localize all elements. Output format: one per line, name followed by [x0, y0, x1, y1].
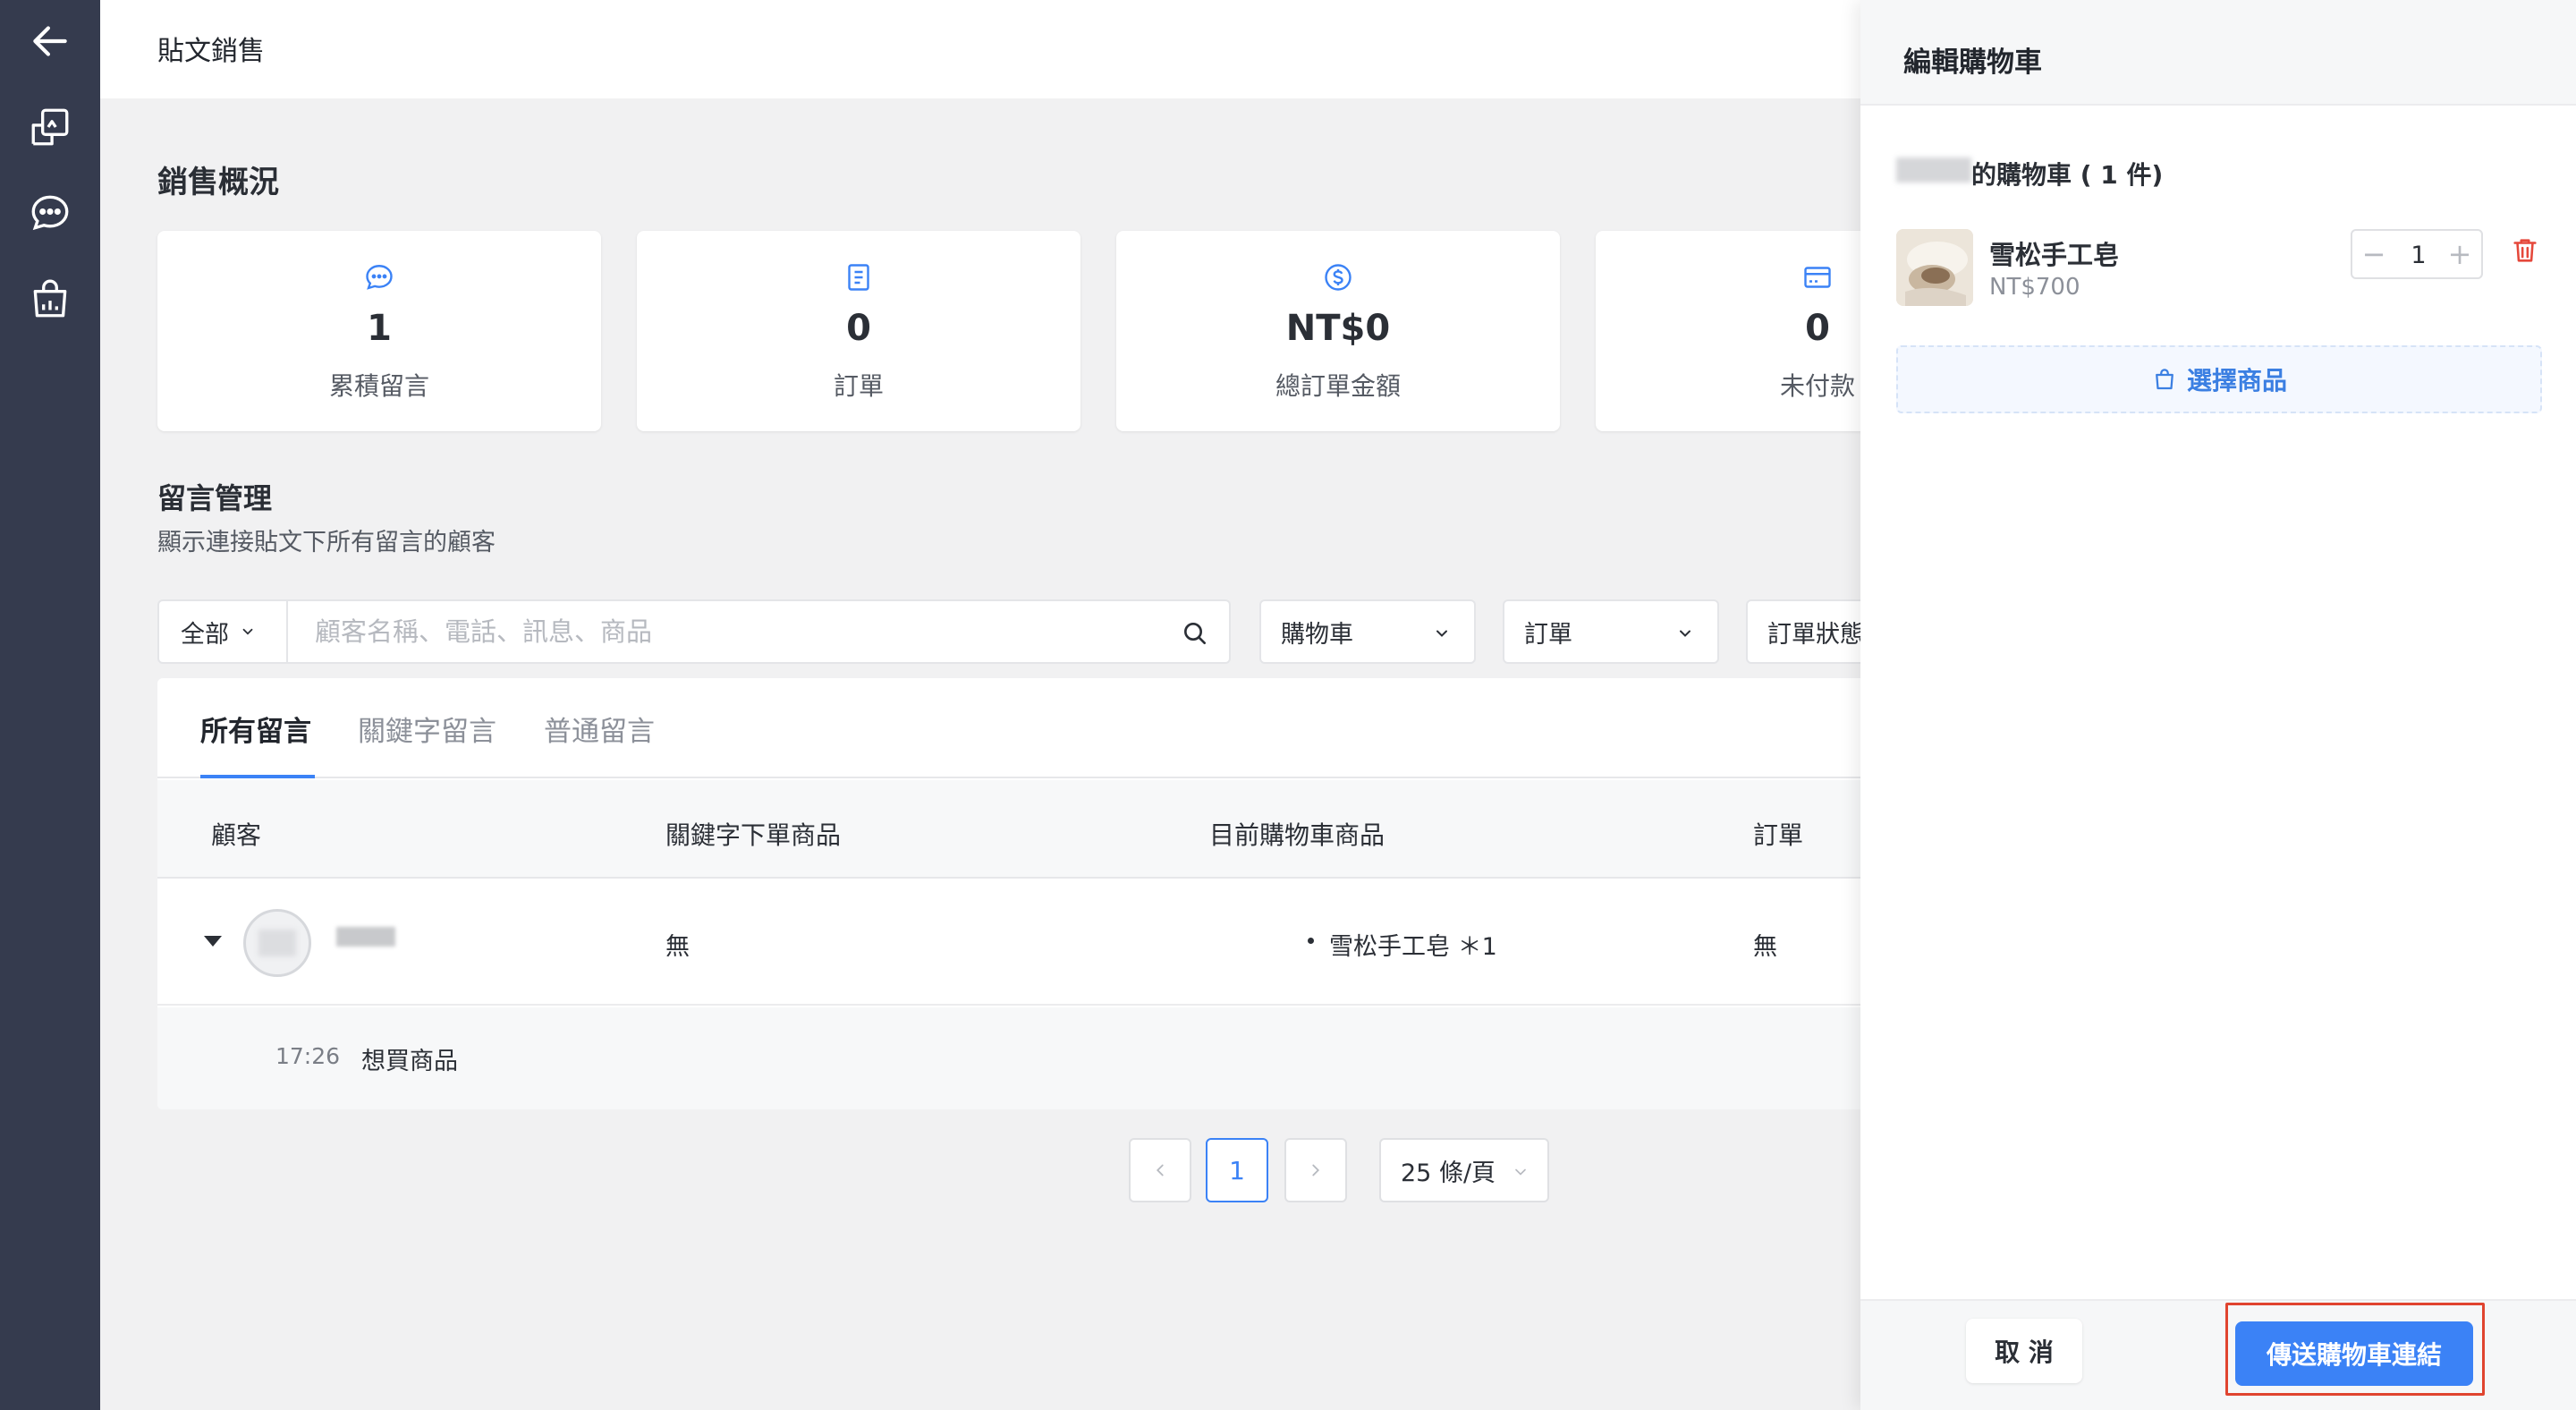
- clipboard-icon: [848, 264, 869, 291]
- tab-keyword-comments[interactable]: 關鍵字留言: [358, 709, 496, 749]
- bullet-dot: [1308, 938, 1314, 944]
- next-page-button[interactable]: [1284, 1138, 1347, 1202]
- send-cart-link-button[interactable]: 傳送購物車連結: [2235, 1321, 2473, 1386]
- chevron-down-icon: [1436, 630, 1447, 637]
- shop-stats-icon[interactable]: [25, 274, 75, 324]
- dropdown-label: 訂單狀態: [1767, 620, 1864, 649]
- chevron-right-icon: [1312, 1164, 1320, 1176]
- chevron-down-icon: [1515, 1168, 1526, 1176]
- drawer-title: 編輯購物車: [1903, 47, 2042, 79]
- chat-bubble-icon: [366, 265, 393, 290]
- credit-card-icon: [1804, 267, 1831, 288]
- plus-icon[interactable]: +: [2442, 236, 2478, 272]
- active-tab-indicator: [200, 775, 315, 778]
- stat-card-total-amount: NT$0 總訂單金額: [1116, 231, 1560, 431]
- post-sales-icon[interactable]: [25, 102, 75, 152]
- comment-detail-row: 17:26 想買商品: [157, 1007, 1982, 1109]
- stat-label: 總訂單金額: [1275, 371, 1401, 401]
- overview-title: 銷售概況: [157, 165, 279, 200]
- stat-value: 0: [846, 308, 871, 349]
- dropdown-label: 購物車: [1281, 620, 1353, 649]
- edit-cart-drawer: 編輯購物車 的購物車 ( 1 件) 雪松手工皂 NT$700 − 1 + 選擇商…: [1860, 0, 2576, 1410]
- comment-text: 想買商品: [361, 1048, 458, 1075]
- column-header-cart-item: 目前購物車商品: [1209, 820, 1385, 850]
- column-header-keyword-item: 關鍵字下單商品: [665, 820, 842, 850]
- chevron-down-icon: [242, 628, 253, 635]
- column-header-order: 訂單: [1753, 820, 1804, 850]
- product-price: NT$700: [1989, 274, 2080, 301]
- stat-card-comments: 1 累積留言: [157, 231, 601, 431]
- cart-title: 的購物車 ( 1 件): [1971, 160, 2164, 190]
- chevron-left-icon: [1156, 1164, 1164, 1176]
- avatar: [243, 909, 311, 977]
- cancel-button[interactable]: 取 消: [1966, 1319, 2082, 1383]
- dollar-coin-icon: [1325, 264, 1352, 291]
- product-thumbnail: [1896, 229, 1973, 306]
- search-icon[interactable]: [1181, 619, 1209, 648]
- quantity-value[interactable]: 1: [2388, 242, 2449, 269]
- filter-all-label: 全部: [181, 620, 229, 649]
- back-arrow-icon[interactable]: [25, 16, 75, 66]
- choose-product-button[interactable]: 選擇商品: [1896, 345, 2542, 413]
- search-box: [288, 599, 1231, 664]
- minus-icon[interactable]: −: [2356, 236, 2392, 272]
- order-filter-dropdown[interactable]: 訂單: [1503, 599, 1719, 664]
- chat-icon[interactable]: [25, 188, 75, 238]
- page-size-select[interactable]: 25 條/頁: [1379, 1138, 1549, 1202]
- page-size-label: 25 條/頁: [1401, 1159, 1496, 1187]
- stat-label: 訂單: [833, 371, 884, 401]
- stat-value: NT$0: [1285, 308, 1391, 349]
- tab-all-comments[interactable]: 所有留言: [200, 709, 311, 749]
- comments-subtitle: 顯示連接貼文下所有留言的顧客: [157, 529, 496, 556]
- shopping-bag-icon: [2156, 369, 2174, 390]
- stat-label: 累積留言: [328, 371, 429, 401]
- keyword-item-cell: 無: [665, 933, 690, 961]
- cart-owner-redacted: [1896, 157, 1971, 183]
- filter-all-select[interactable]: 全部: [157, 599, 288, 664]
- drawer-header: 編輯購物車: [1860, 0, 2576, 106]
- chevron-down-icon: [1680, 630, 1690, 637]
- tab-normal-comments[interactable]: 普通留言: [544, 709, 655, 749]
- dropdown-label: 訂單: [1524, 620, 1572, 649]
- stat-card-orders: 0 訂單: [637, 231, 1080, 431]
- page-title: 貼文銷售: [157, 36, 265, 67]
- table-header: 顧客 關鍵字下單商品 目前購物車商品 訂單: [157, 780, 1982, 879]
- product-name: 雪松手工皂: [1989, 240, 2120, 270]
- prev-page-button[interactable]: [1129, 1138, 1191, 1202]
- comment-time: 17:26: [275, 1043, 341, 1069]
- cart-item-cell: 雪松手工皂 ＊1: [1329, 933, 1497, 961]
- search-input[interactable]: [315, 616, 1120, 647]
- stat-value: 1: [367, 308, 392, 349]
- left-rail: [0, 0, 100, 1410]
- comments-table: 所有留言 關鍵字留言 普通留言 顧客 關鍵字下單商品 目前購物車商品 訂單 無 …: [157, 678, 1982, 1109]
- order-cell: 無: [1753, 933, 1777, 961]
- comment-tabs: 所有留言 關鍵字留言 普通留言: [157, 678, 1982, 778]
- customer-name-redacted: [336, 927, 395, 947]
- table-row[interactable]: 無 雪松手工皂 ＊1 無: [157, 880, 1982, 1006]
- quantity-stepper: − 1 +: [2351, 229, 2483, 279]
- comments-title: 留言管理: [157, 481, 273, 515]
- trash-icon[interactable]: [2510, 234, 2540, 267]
- highlight-box: 傳送購物車連結: [2225, 1303, 2485, 1396]
- expand-caret-icon[interactable]: [204, 936, 222, 947]
- choose-product-label: 選擇商品: [2186, 366, 2287, 395]
- column-header-customer: 顧客: [211, 820, 262, 850]
- cart-filter-dropdown[interactable]: 購物車: [1259, 599, 1476, 664]
- page-number-button[interactable]: 1: [1206, 1138, 1268, 1202]
- drawer-footer: 取 消 傳送購物車連結: [1860, 1299, 2576, 1410]
